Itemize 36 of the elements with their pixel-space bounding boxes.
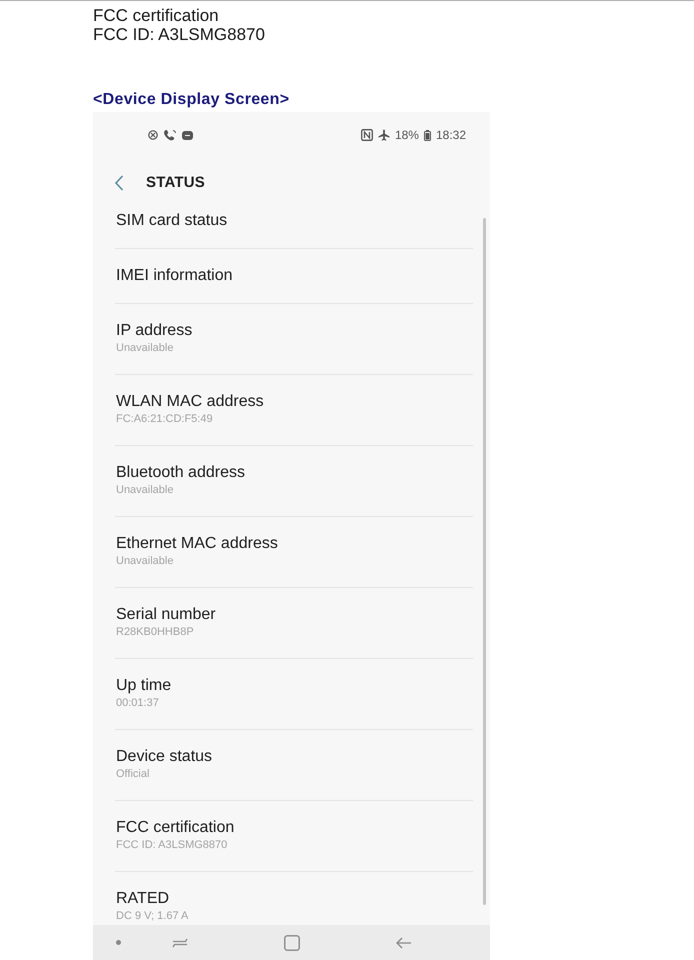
section-caption: <Device Display Screen>	[93, 90, 290, 110]
setting-title[interactable]: RATED	[116, 889, 170, 909]
document-heading: FCC certification	[93, 6, 219, 25]
setting-title[interactable]: IP address	[116, 321, 192, 341]
circle-x-icon	[148, 130, 158, 140]
setting-value: FCC ID: A3LSMG8870	[116, 838, 228, 852]
clock-time: 18:32	[436, 127, 466, 144]
setting-title[interactable]: Up time	[116, 676, 172, 696]
battery-icon	[424, 130, 431, 140]
setting-title[interactable]: Bluetooth address	[116, 463, 245, 483]
setting-title[interactable]: FCC certification	[116, 818, 234, 838]
setting-title[interactable]: Serial number	[116, 605, 216, 625]
home-icon[interactable]	[284, 934, 300, 950]
setting-value: Unavailable	[116, 554, 174, 568]
setting-value: 00:01:37	[116, 696, 159, 710]
back-arrow-icon[interactable]	[396, 936, 411, 948]
setting-value: Unavailable	[116, 483, 174, 497]
setting-title[interactable]: WLAN MAC address	[116, 392, 264, 412]
nfc-icon	[360, 129, 373, 141]
setting-value: Unavailable	[116, 341, 174, 355]
phone-icon	[163, 129, 177, 141]
setting-value: FC:A6:21:CD:F5:49	[116, 412, 213, 426]
back-icon[interactable]	[114, 175, 124, 191]
message-icon	[182, 130, 193, 140]
setting-value: Official	[116, 767, 150, 781]
screen-title: STATUS	[146, 172, 205, 193]
setting-title[interactable]: IMEI information	[116, 266, 232, 286]
setting-title[interactable]: Ethernet MAC address	[116, 534, 278, 554]
setting-value: DC 9 V; 1.67 A	[116, 909, 188, 923]
dot-icon[interactable]	[116, 940, 121, 945]
setting-title[interactable]: SIM card status	[116, 211, 228, 231]
document-text: FCC ID: A3LSMG8870	[93, 25, 265, 44]
setting-value: R28KB0HHB8P	[116, 625, 194, 639]
battery-percent: 18%	[394, 127, 419, 144]
airplane-icon	[378, 129, 390, 141]
setting-title[interactable]: Device status	[116, 747, 212, 767]
